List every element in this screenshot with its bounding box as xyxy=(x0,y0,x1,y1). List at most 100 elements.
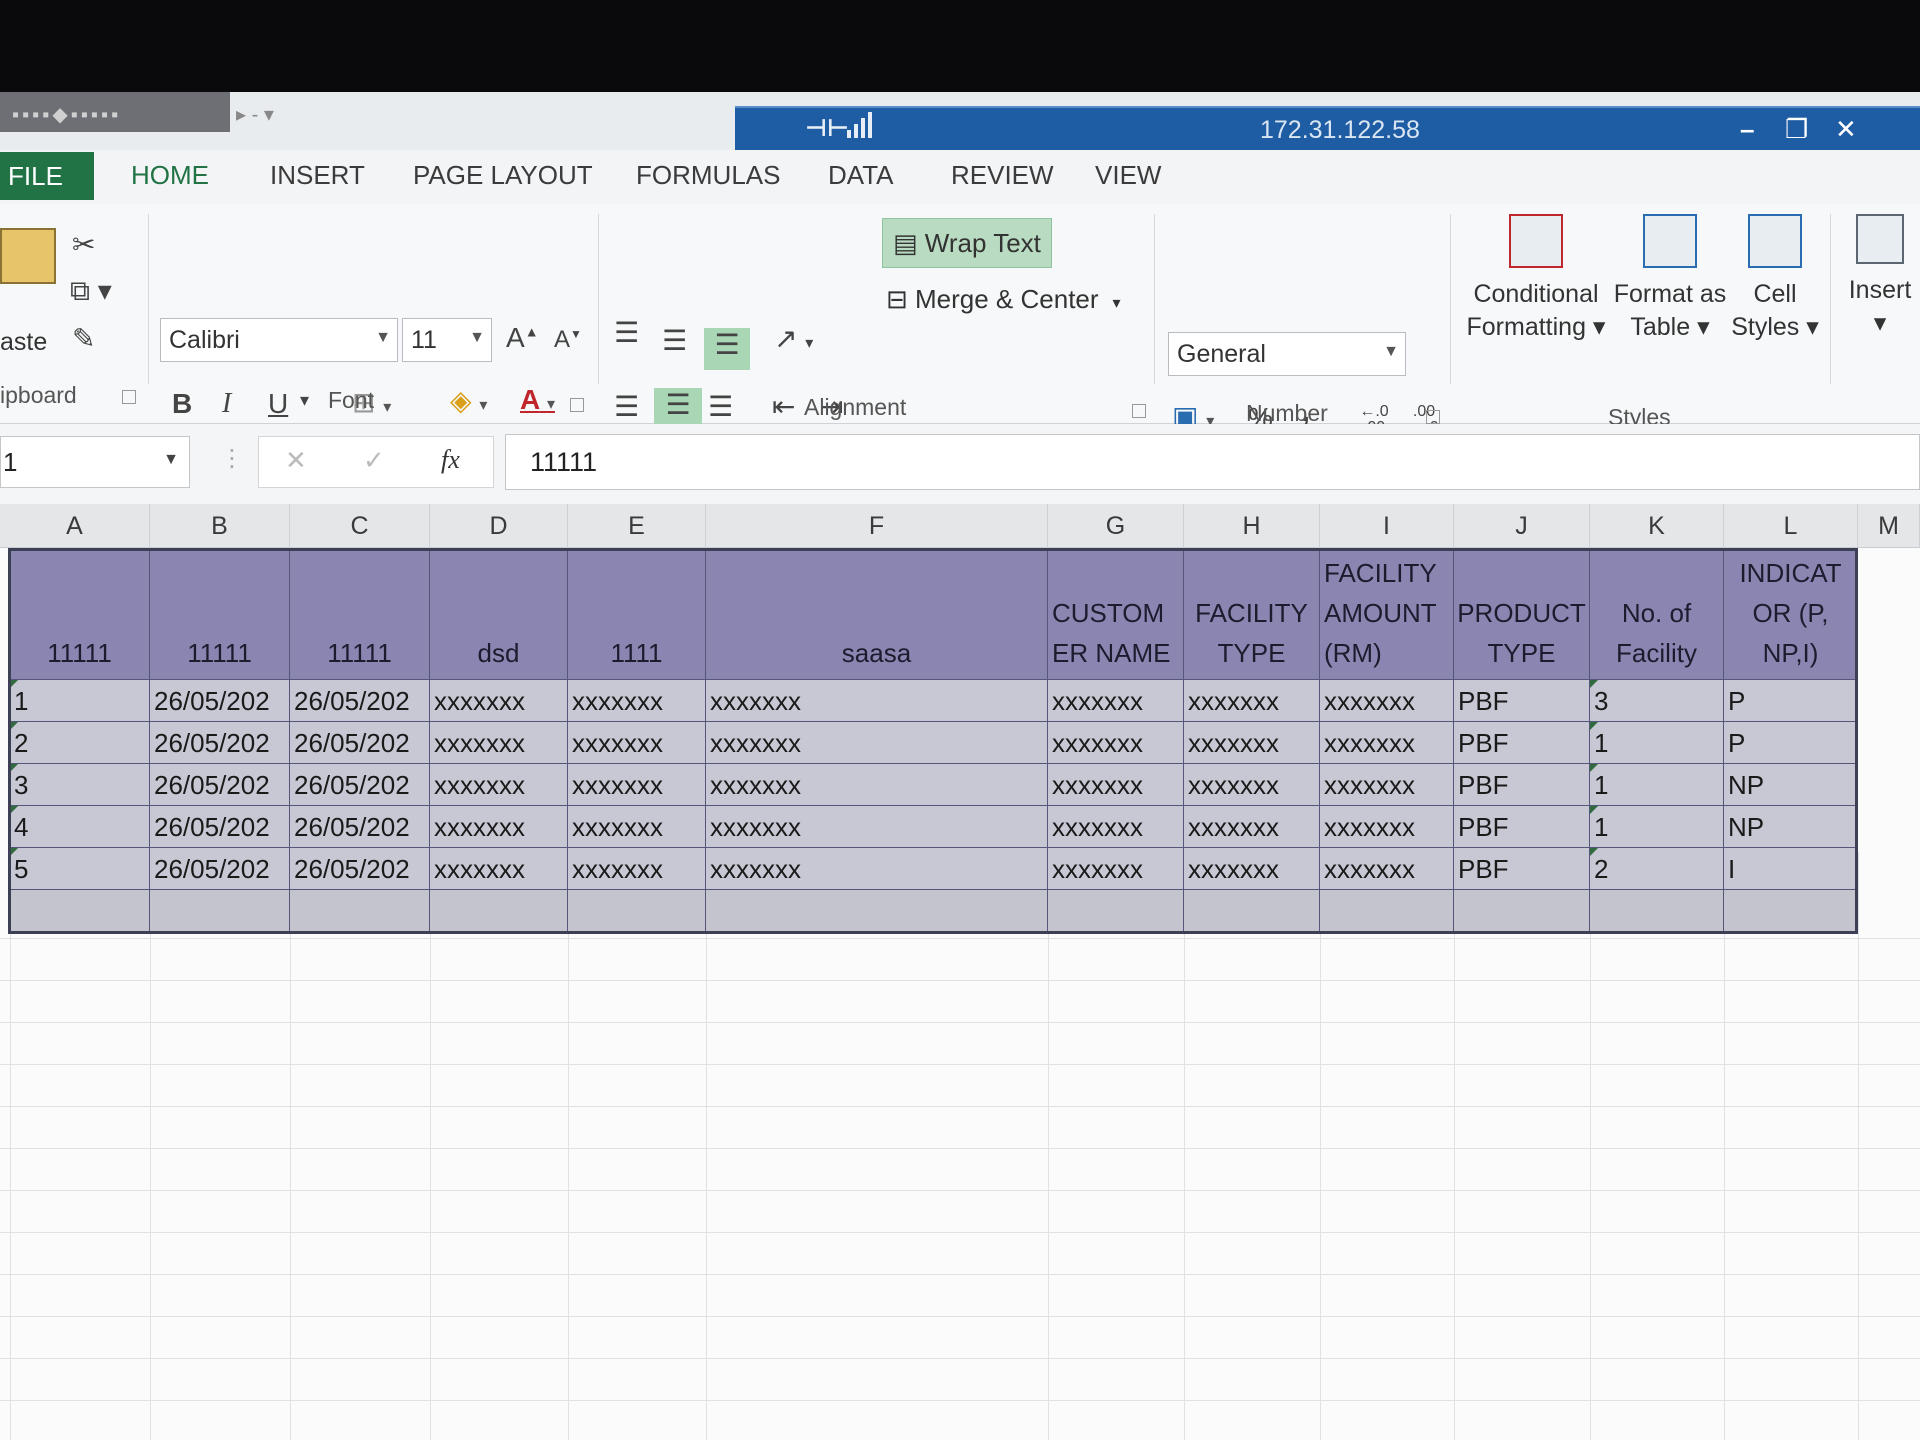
table-cell[interactable]: xxxxxxx xyxy=(430,722,568,764)
table-cell[interactable]: xxxxxxx xyxy=(1184,848,1320,890)
table-cell[interactable]: 1 xyxy=(10,680,150,722)
number-format-select[interactable]: General ▼ xyxy=(1168,332,1406,376)
align-middle-icon[interactable]: ☰ xyxy=(662,324,687,357)
table-cell[interactable] xyxy=(1454,890,1590,932)
table-cell[interactable] xyxy=(1320,890,1454,932)
tab-insert[interactable]: INSERT xyxy=(270,160,365,191)
align-bottom-icon[interactable]: ☰ xyxy=(704,328,750,370)
font-size-select[interactable]: 11 ▼ xyxy=(402,318,492,362)
table-cell[interactable]: xxxxxxx xyxy=(1320,680,1454,722)
formula-input[interactable]: 11111 xyxy=(505,434,1920,490)
insert-cells-button[interactable]: Insert ▾ xyxy=(1840,214,1920,340)
table-cell[interactable]: 26/05/202 xyxy=(290,722,430,764)
table-cell[interactable]: xxxxxxx xyxy=(706,722,1048,764)
column-header-i[interactable]: I xyxy=(1320,504,1454,548)
table-cell[interactable] xyxy=(568,890,706,932)
font-name-select[interactable]: Calibri ▼ xyxy=(160,318,398,362)
cancel-entry-button[interactable]: ✕ xyxy=(285,445,307,476)
table-cell[interactable]: xxxxxxx xyxy=(430,806,568,848)
tab-file[interactable]: FILE xyxy=(0,152,94,200)
column-header-l[interactable]: L xyxy=(1724,504,1858,548)
number-launcher-icon[interactable] xyxy=(1426,410,1440,424)
cut-icon[interactable]: ✂ xyxy=(72,228,95,261)
column-header-h[interactable]: H xyxy=(1184,504,1320,548)
column-header-e[interactable]: E xyxy=(568,504,706,548)
table-cell[interactable]: 5 xyxy=(10,848,150,890)
font-launcher-icon[interactable] xyxy=(570,398,584,412)
table-header-cell[interactable]: No. of Facility xyxy=(1590,548,1724,680)
table-cell[interactable]: 26/05/202 xyxy=(150,806,290,848)
table-cell[interactable]: xxxxxxx xyxy=(1048,680,1184,722)
table-cell[interactable]: xxxxxxx xyxy=(568,680,706,722)
cell-styles-button[interactable]: Cell Styles ▾ xyxy=(1730,214,1820,344)
table-cell[interactable]: NP xyxy=(1724,764,1858,806)
table-cell[interactable]: 3 xyxy=(10,764,150,806)
restore-button[interactable]: ❐ xyxy=(1785,114,1808,145)
align-left-icon[interactable]: ☰ xyxy=(614,390,639,423)
table-cell[interactable]: xxxxxxx xyxy=(568,722,706,764)
table-cell[interactable]: xxxxxxx xyxy=(1184,680,1320,722)
table-cell[interactable]: 26/05/202 xyxy=(290,848,430,890)
table-cell[interactable]: xxxxxxx xyxy=(1184,722,1320,764)
conditional-formatting-button[interactable]: Conditional Formatting ▾ xyxy=(1466,214,1606,344)
decrease-indent-icon[interactable]: ⇤ xyxy=(772,390,795,423)
table-cell[interactable]: xxxxxxx xyxy=(706,680,1048,722)
table-cell[interactable]: 26/05/202 xyxy=(150,680,290,722)
table-cell[interactable] xyxy=(150,890,290,932)
table-cell[interactable]: xxxxxxx xyxy=(1048,848,1184,890)
table-cell[interactable]: xxxxxxx xyxy=(1048,764,1184,806)
table-cell[interactable]: xxxxxxx xyxy=(1048,722,1184,764)
table-cell[interactable] xyxy=(706,890,1048,932)
table-cell[interactable]: 26/05/202 xyxy=(290,806,430,848)
column-header-k[interactable]: K xyxy=(1590,504,1724,548)
fill-color-icon[interactable]: ◈ ▾ xyxy=(450,384,487,417)
table-cell[interactable]: xxxxxxx xyxy=(1320,764,1454,806)
format-painter-icon[interactable]: ✎ xyxy=(72,322,95,355)
table-cell[interactable]: xxxxxxx xyxy=(568,848,706,890)
table-cell[interactable]: xxxxxxx xyxy=(706,848,1048,890)
table-header-cell[interactable]: dsd xyxy=(430,548,568,680)
table-cell[interactable]: 1 xyxy=(1590,764,1724,806)
quick-access-icons[interactable]: ▪▪▪▪◆▪▪▪▪▪ xyxy=(12,102,121,127)
table-cell[interactable]: xxxxxxx xyxy=(1320,722,1454,764)
minimize-button[interactable]: – xyxy=(1740,114,1754,145)
underline-button[interactable]: U xyxy=(268,388,288,420)
table-cell[interactable]: xxxxxxx xyxy=(568,806,706,848)
table-cell[interactable]: 1 xyxy=(1590,722,1724,764)
column-header-c[interactable]: C xyxy=(290,504,430,548)
tab-formulas[interactable]: FORMULAS xyxy=(636,160,780,191)
table-header-cell[interactable]: PRODUCT TYPE xyxy=(1454,548,1590,680)
table-cell[interactable]: PBF xyxy=(1454,722,1590,764)
insert-function-button[interactable]: fx xyxy=(441,445,460,475)
table-cell[interactable] xyxy=(1048,890,1184,932)
column-header-m[interactable]: M xyxy=(1858,504,1920,548)
table-cell[interactable]: xxxxxxx xyxy=(706,764,1048,806)
copy-icon[interactable]: ⧉ ▾ xyxy=(70,274,112,308)
table-header-cell[interactable]: FACILITY AMOUNT (RM) xyxy=(1320,548,1454,680)
column-header-d[interactable]: D xyxy=(430,504,568,548)
table-cell[interactable] xyxy=(430,890,568,932)
table-cell[interactable]: PBF xyxy=(1454,680,1590,722)
merge-center-button[interactable]: ⊟ Merge & Center ▾ xyxy=(886,284,1121,315)
orientation-icon[interactable]: ↗ ▾ xyxy=(774,322,813,355)
worksheet-grid[interactable]: A B C D E F G H I J K L M 11111 11111 1111… xyxy=(0,504,1920,1440)
table-cell[interactable]: P xyxy=(1724,722,1858,764)
tab-view[interactable]: VIEW xyxy=(1095,160,1161,191)
bold-button[interactable]: B xyxy=(172,388,192,420)
table-cell[interactable]: 26/05/202 xyxy=(290,764,430,806)
table-header-cell[interactable]: 1111 xyxy=(568,548,706,680)
table-cell[interactable] xyxy=(1724,890,1858,932)
italic-button[interactable]: I xyxy=(222,388,231,420)
alignment-launcher-icon[interactable] xyxy=(1132,404,1146,418)
paste-button-label[interactable]: aste xyxy=(0,328,47,357)
table-header-cell[interactable]: FACILITY TYPE xyxy=(1184,548,1320,680)
table-cell[interactable]: xxxxxxx xyxy=(430,680,568,722)
formula-bar-grip-icon[interactable]: ⋮ xyxy=(220,444,244,473)
table-cell[interactable]: xxxxxxx xyxy=(430,764,568,806)
table-cell[interactable]: xxxxxxx xyxy=(706,806,1048,848)
table-cell[interactable]: xxxxxxx xyxy=(568,764,706,806)
tab-data[interactable]: DATA xyxy=(828,160,893,191)
format-as-table-button[interactable]: Format as Table ▾ xyxy=(1610,214,1730,344)
table-header-cell[interactable]: 11111 xyxy=(150,548,290,680)
column-header-b[interactable]: B xyxy=(150,504,290,548)
